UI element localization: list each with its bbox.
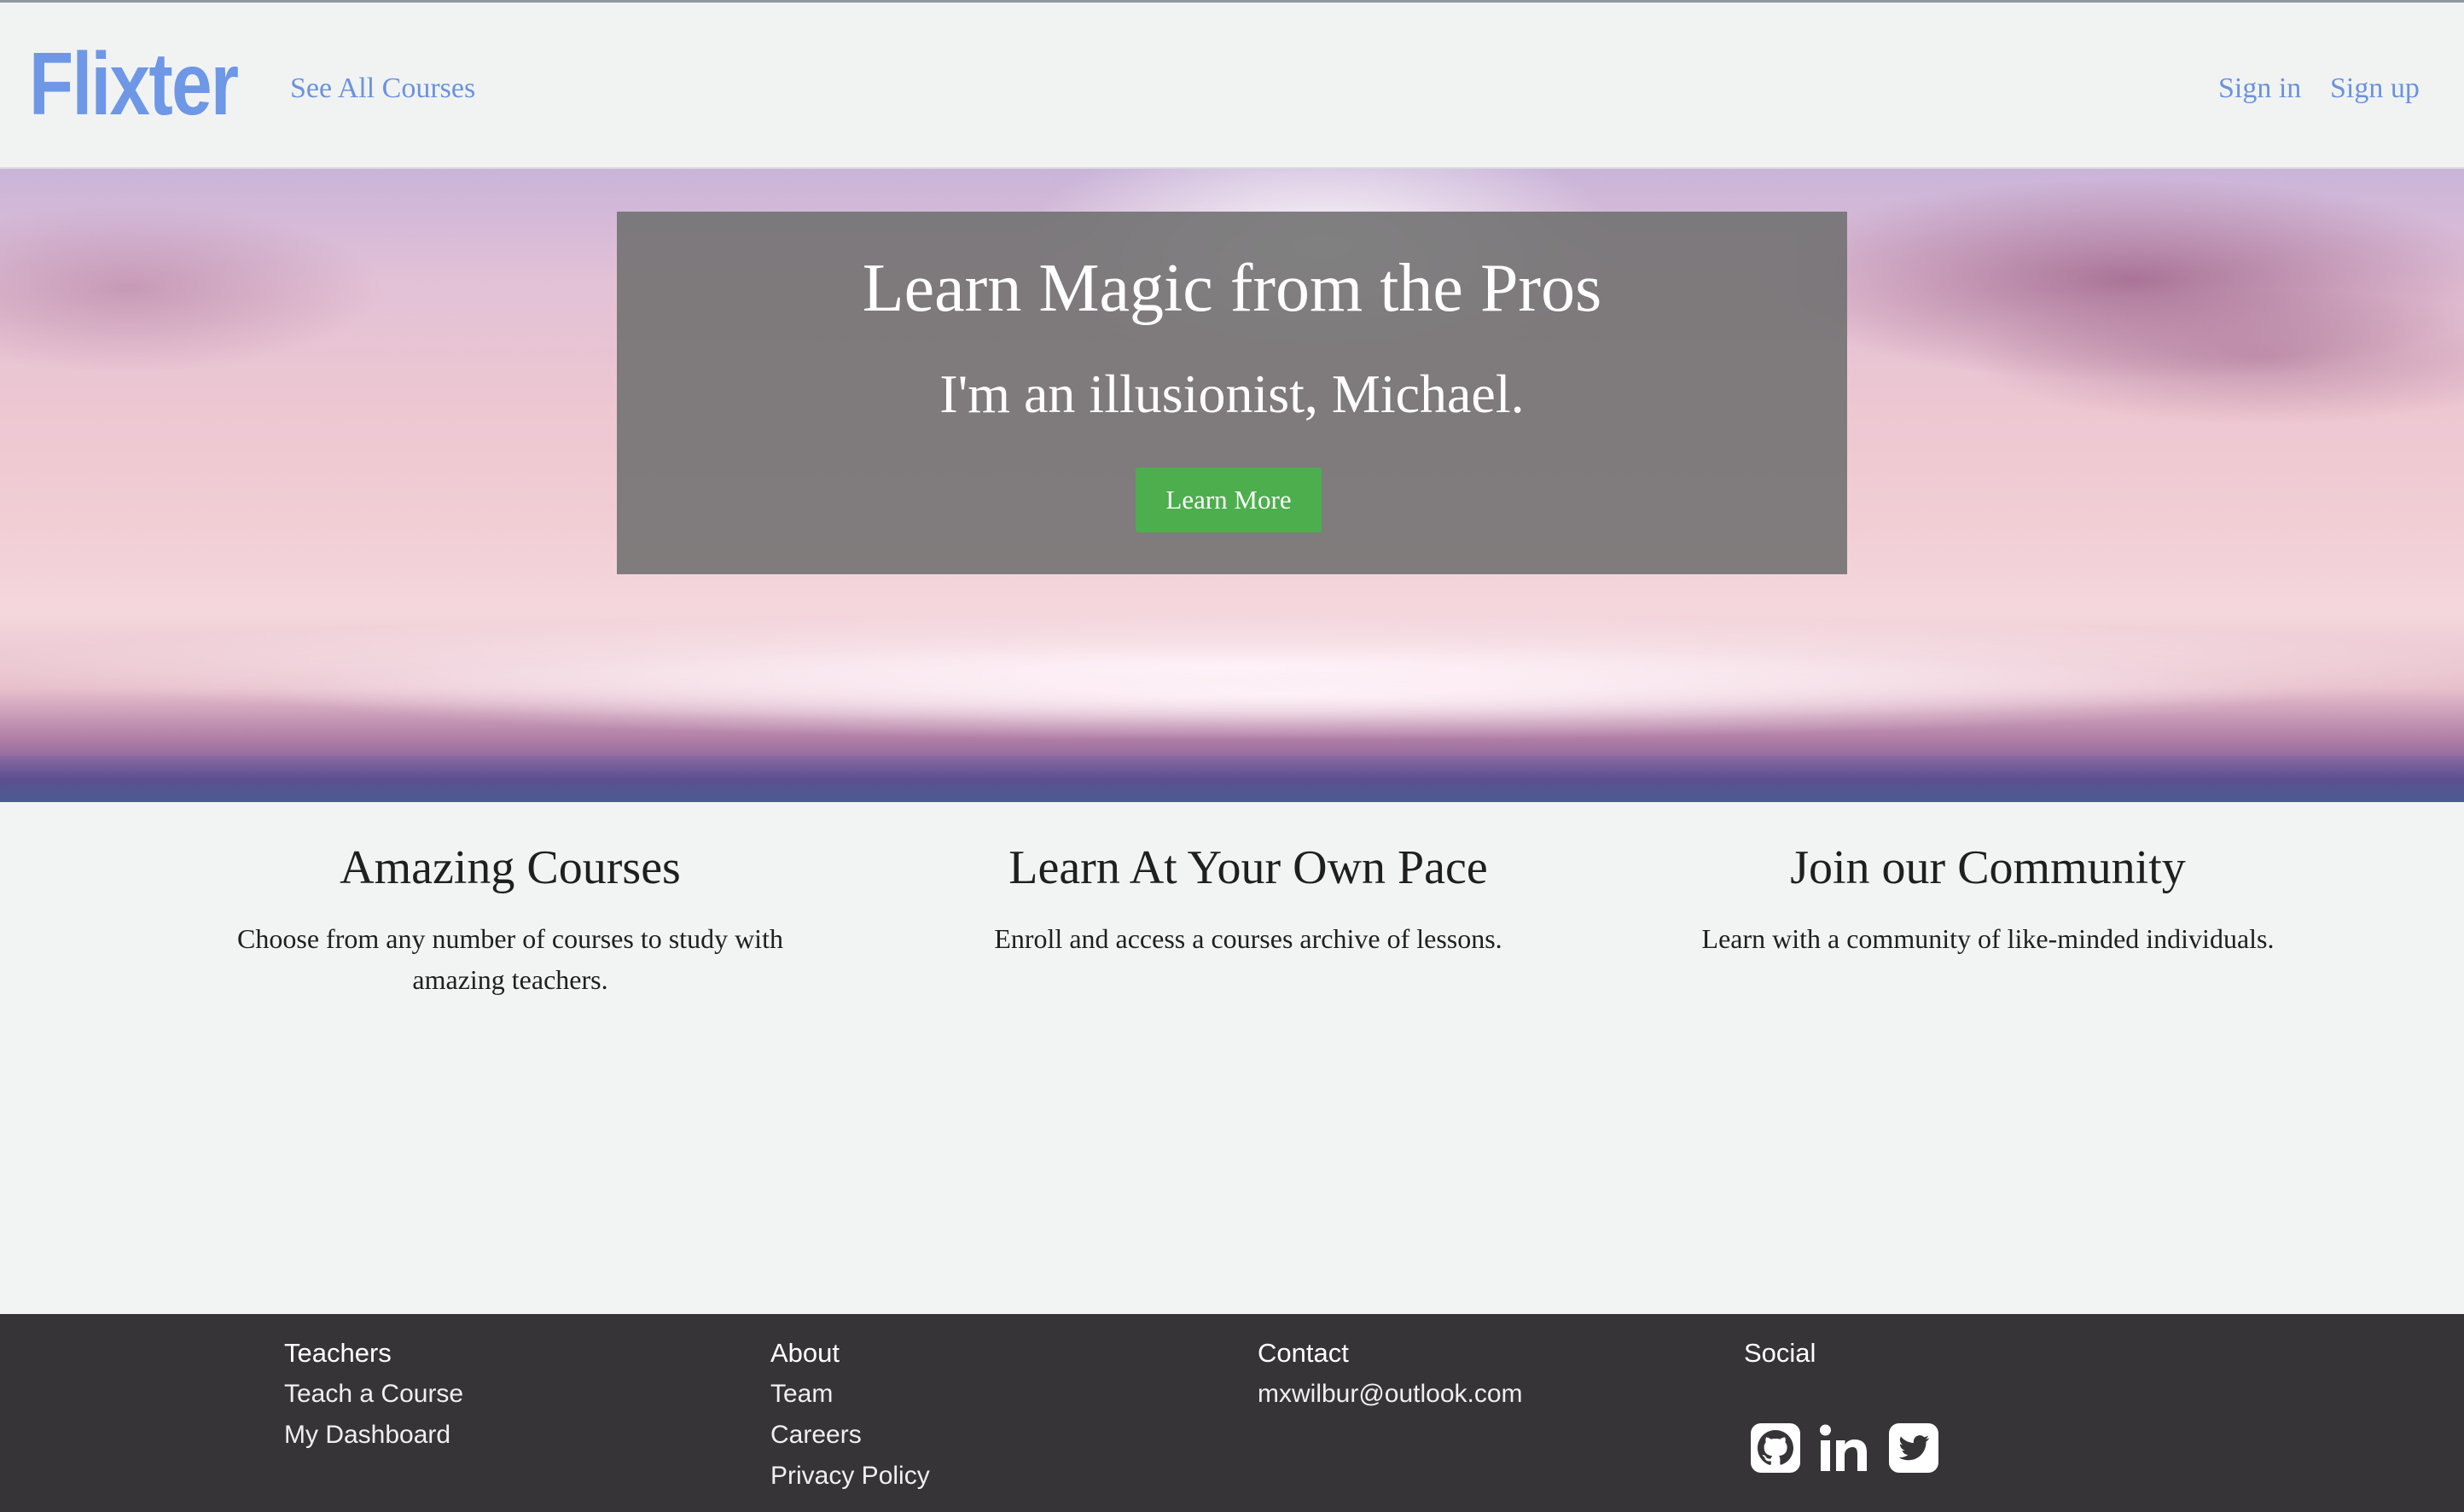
sign-up-link[interactable]: Sign up [2330,69,2420,108]
footer-contact-column: Contact mxwilbur@outlook.com [1258,1333,1523,1415]
footer: Teachers Teach a Course My Dashboard Abo… [0,1314,2464,1512]
feature-title: Join our Community [1790,841,2186,894]
my-dashboard-link[interactable]: My Dashboard [284,1415,463,1456]
github-icon[interactable] [1749,1422,1802,1474]
hero-subtitle: I'm an illusionist, Michael. [939,363,1525,424]
linkedin-icon[interactable] [1817,1422,1870,1474]
navbar: Flixter See All Courses Sign in Sign up [0,0,2464,169]
careers-link[interactable]: Careers [770,1415,930,1456]
footer-social-column: Social [1744,1333,1938,1473]
hero-cloud [256,647,2304,741]
feature-amazing-courses: Amazing Courses Choose from any number o… [141,836,880,1000]
contact-email-link[interactable]: mxwilbur@outlook.com [1258,1374,1523,1415]
hero-sea [0,756,2464,802]
feature-text: Learn with a community of like-minded in… [1701,923,2275,954]
feature-own-pace: Learn At Your Own Pace Enroll and access… [879,836,1618,959]
footer-heading: Contact [1258,1338,1349,1368]
learn-more-button[interactable]: Learn More [1136,468,1322,532]
privacy-policy-link[interactable]: Privacy Policy [770,1456,930,1497]
feature-text: Enroll and access a courses archive of l… [994,923,1502,954]
footer-about-column: About Team Careers Privacy Policy [770,1333,930,1497]
hero-cloud [0,203,384,374]
feature-community: Join our Community Learn with a communit… [1618,836,2357,959]
feature-title: Learn At Your Own Pace [1008,841,1488,894]
twitter-icon[interactable] [1887,1422,1940,1474]
feature-text: Choose from any number of courses to stu… [237,923,783,995]
hero-panel: Learn Magic from the Pros I'm an illusio… [617,212,1847,574]
feature-title: Amazing Courses [340,841,681,894]
teach-a-course-link[interactable]: Teach a Course [284,1374,463,1415]
sign-in-link[interactable]: Sign in [2218,69,2301,108]
footer-teachers-column: Teachers Teach a Course My Dashboard [284,1333,463,1456]
footer-heading: About [770,1338,840,1368]
see-all-courses-link[interactable]: See All Courses [290,69,475,108]
footer-heading: Teachers [284,1338,392,1368]
brand-logo[interactable]: Flixter [29,33,239,136]
footer-heading: Social [1744,1338,1816,1368]
team-link[interactable]: Team [770,1374,930,1415]
hero-banner: Learn Magic from the Pros I'm an illusio… [0,169,2464,802]
hero-title: Learn Magic from the Pros [862,251,1602,326]
